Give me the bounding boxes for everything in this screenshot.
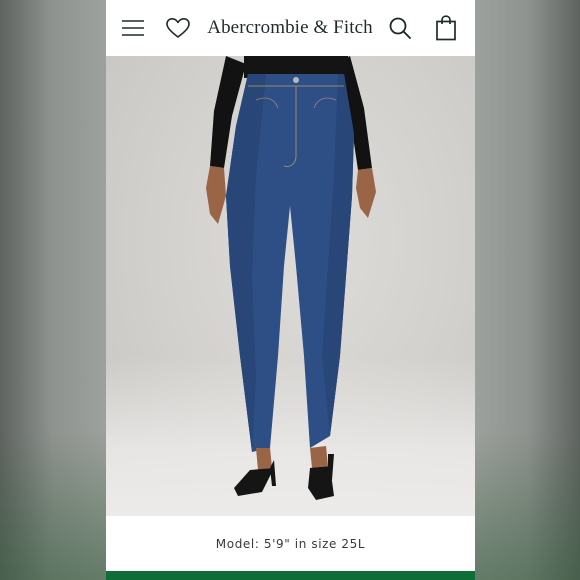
- search-button[interactable]: [384, 0, 416, 56]
- top-navigation-bar: Abercrombie & Fitch: [106, 0, 475, 56]
- search-icon: [389, 17, 411, 39]
- model-jeans-illustration: [206, 56, 376, 500]
- heart-icon: [166, 18, 190, 38]
- model-info-bar: Model: 5'9" in size 25L: [106, 516, 475, 571]
- shopping-bag-icon: [436, 15, 456, 41]
- shopping-bag-button[interactable]: [430, 0, 462, 56]
- model-size-caption: Model: 5'9" in size 25L: [215, 536, 366, 551]
- wishlist-button[interactable]: [162, 0, 194, 56]
- background-fade-right: [475, 430, 580, 580]
- hamburger-menu-icon: [122, 20, 144, 36]
- product-image[interactable]: [106, 56, 475, 516]
- menu-button[interactable]: [116, 0, 150, 56]
- footer-accent-strip: [106, 571, 475, 580]
- app-screen: Abercrombie & Fitch Model: 5'9" in size …: [106, 0, 475, 580]
- background-fade-left: [0, 430, 106, 580]
- brand-logo[interactable]: Abercrombie & Fitch: [204, 0, 376, 56]
